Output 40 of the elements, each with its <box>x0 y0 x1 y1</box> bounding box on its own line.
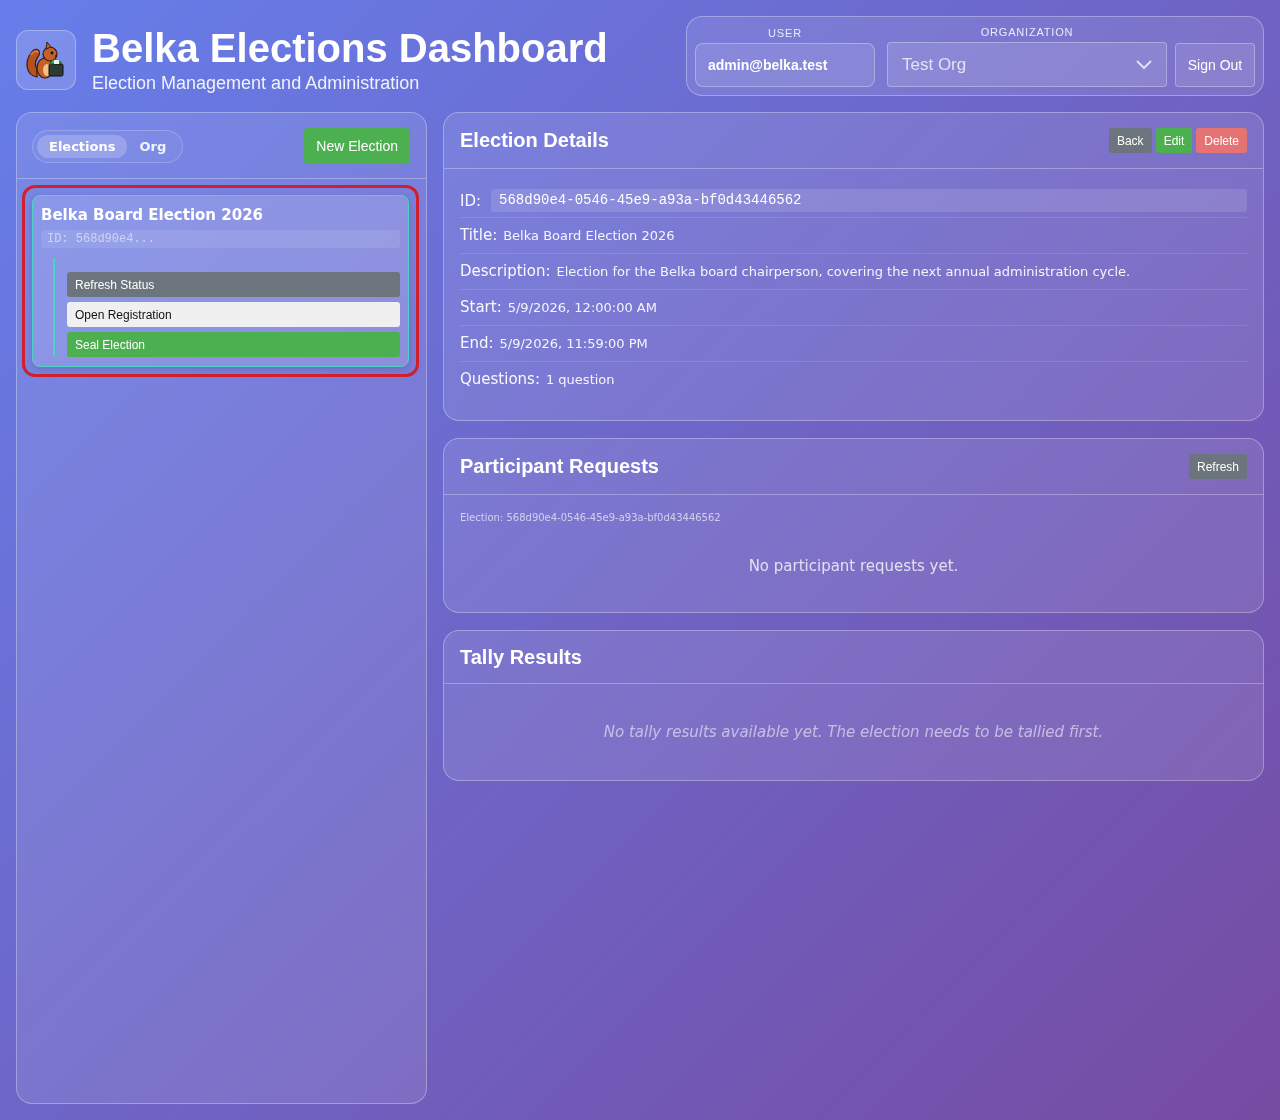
field-value: 5/9/2026, 11:59:00 PM <box>499 335 648 353</box>
field-value: Belka Board Election 2026 <box>503 227 675 245</box>
organization-select[interactable]: Test Org <box>887 42 1167 87</box>
field-label: Title: <box>460 226 498 244</box>
election-reference: Election: 568d90e4-0546-45e9-a93a-bf0d43446562 <box>460 511 722 525</box>
sign-out-button[interactable]: Sign Out <box>1175 43 1255 87</box>
field-label: Description: <box>460 262 551 280</box>
header-button[interactable]: Edit <box>1155 128 1193 153</box>
empty-message: No participant requests yet. <box>747 556 960 576</box>
new-election-button[interactable]: New Election <box>304 128 410 164</box>
sidebar-tab[interactable]: Org <box>127 134 179 158</box>
id-code-value: 568d90e4-0546-45e9-a93a-bf0d43446562 <box>491 189 1247 212</box>
election-card[interactable]: Belka Board Election 2026 ID: 568d90e4... Refresh Status Open Registration Seal Election <box>32 195 409 367</box>
field-value: Election for the Belka board chairperson, covering the next annual administration cycle. <box>556 263 1131 281</box>
squirrel-logo-icon <box>16 30 76 90</box>
header-button[interactable]: Delete <box>1196 128 1247 153</box>
organization-label: ORGANIZATION <box>980 25 1074 39</box>
app-subtitle: Election Management and Administration <box>92 72 421 94</box>
card-title: Participant Requests <box>460 455 659 478</box>
empty-message: No tally results available yet. The election needs to be tallied first. <box>603 723 1104 741</box>
user-email-display: admin@belka.test <box>695 43 875 87</box>
card-title: Tally Results <box>460 645 582 669</box>
field-label: ID: <box>460 191 482 210</box>
field-label: End: <box>460 334 494 352</box>
sidebar-tab[interactable]: Elections <box>37 134 128 158</box>
election-title: Belka Board Election 2026 <box>41 205 264 226</box>
header-button[interactable]: Back <box>1108 128 1152 153</box>
card-title: Election Details <box>460 129 609 152</box>
action-button[interactable]: Seal Election <box>67 332 400 357</box>
election-id: ID: 568d90e4... <box>41 230 400 248</box>
field-value: 5/9/2026, 12:00:00 AM <box>507 299 657 317</box>
action-button[interactable]: Refresh Status <box>67 272 400 297</box>
refresh-button[interactable]: Refresh <box>1188 454 1247 479</box>
field-value: 1 question <box>545 371 615 389</box>
app-title: Belka Elections Dashboard <box>92 26 608 70</box>
user-label: USER <box>768 26 802 40</box>
chevron-down-icon <box>1136 60 1152 69</box>
field-label: Start: <box>460 298 502 316</box>
field-label: Questions: <box>460 370 540 388</box>
action-button[interactable]: Open Registration <box>67 302 400 327</box>
